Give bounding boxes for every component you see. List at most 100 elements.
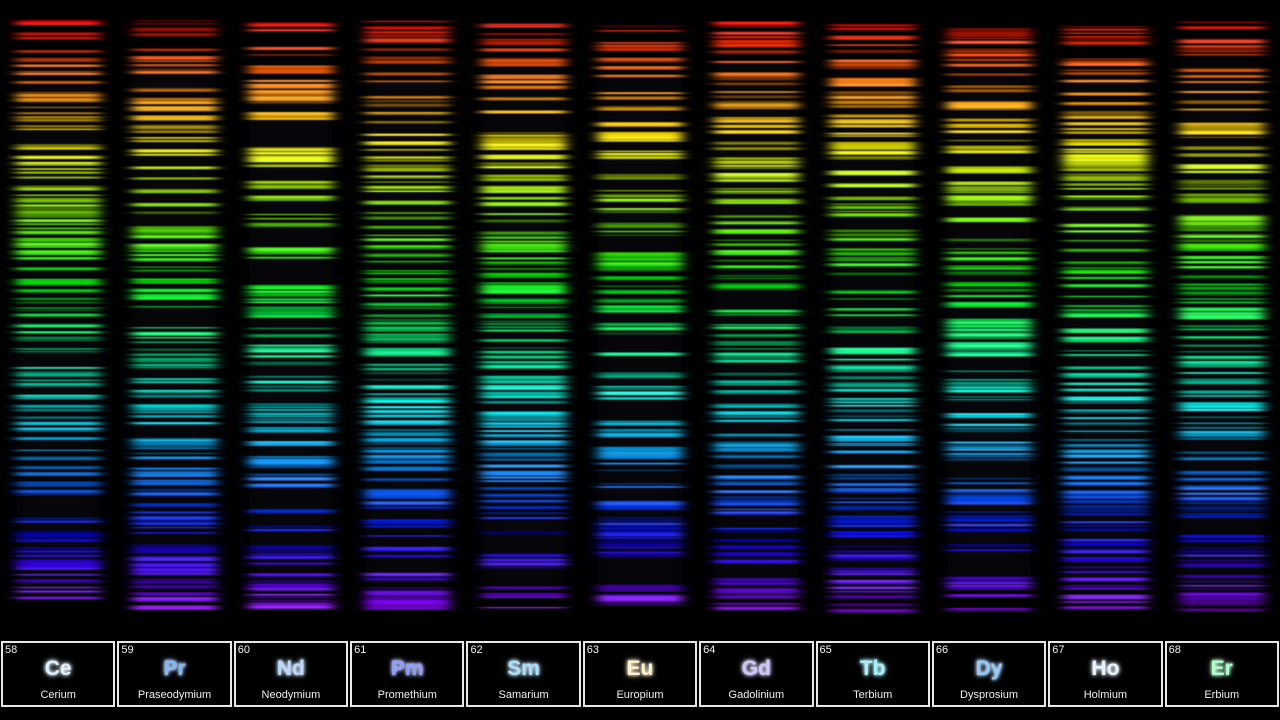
spectral-line	[830, 376, 915, 378]
spectral-line	[481, 445, 566, 447]
spectral-line	[598, 556, 682, 558]
spectral-line	[598, 599, 682, 603]
spectral-line	[365, 164, 450, 168]
spectral-line	[714, 324, 799, 326]
spectral-line	[1063, 69, 1148, 71]
element-symbol: Sm	[507, 657, 540, 680]
spectral-line	[249, 287, 333, 289]
spectral-line	[481, 387, 566, 390]
element-name: Erbium	[1204, 689, 1240, 701]
spectral-line	[16, 72, 101, 75]
spectral-line	[1063, 557, 1148, 559]
spectral-line	[598, 469, 682, 471]
spectral-line	[1063, 584, 1148, 587]
spectral-line	[1063, 26, 1148, 28]
spectral-line	[1179, 585, 1264, 587]
spectral-line	[365, 186, 450, 190]
spectral-line	[598, 290, 682, 294]
spectral-line	[16, 80, 101, 84]
spectral-line	[249, 112, 333, 116]
spectral-line	[714, 380, 799, 384]
spectral-line	[1179, 39, 1264, 43]
spectral-line	[16, 119, 101, 122]
spectral-line	[830, 24, 915, 27]
spectral-line	[481, 562, 566, 566]
spectral-line	[714, 215, 799, 218]
spectral-line	[714, 592, 799, 594]
spectral-line	[365, 372, 450, 374]
spectral-line	[947, 455, 1031, 458]
spectral-line	[132, 149, 217, 153]
spectral-line	[714, 419, 799, 422]
spectral-line	[598, 230, 682, 233]
spectral-line	[947, 268, 1031, 270]
spectral-line	[481, 391, 566, 395]
spectral-line	[1063, 468, 1148, 472]
spectral-line	[1179, 53, 1264, 56]
spectral-line	[365, 592, 450, 596]
spectral-line	[1063, 382, 1148, 386]
spectral-line	[714, 179, 799, 182]
spectral-line	[1063, 528, 1148, 532]
spectral-line	[830, 114, 915, 118]
spectral-line	[598, 327, 682, 331]
spectral-line	[16, 257, 101, 260]
spectral-line	[249, 573, 333, 577]
spectral-line	[830, 183, 915, 185]
spectral-line	[714, 390, 799, 395]
spectral-line	[16, 50, 101, 52]
spectral-line	[598, 517, 682, 519]
spectral-line	[1063, 173, 1148, 176]
atomic-number: 59	[121, 644, 134, 656]
spectral-line	[16, 394, 101, 397]
spectral-line	[1063, 305, 1148, 307]
spectral-line	[481, 189, 566, 194]
spectral-line	[365, 519, 450, 521]
spectral-line	[1179, 123, 1264, 126]
spectral-line	[16, 281, 101, 283]
spectral-line	[365, 100, 450, 103]
spectral-line	[365, 550, 450, 552]
spectral-line	[365, 450, 450, 453]
spectral-line	[481, 59, 566, 63]
spectral-line	[249, 29, 333, 32]
spectral-line	[830, 587, 915, 590]
spectral-line	[249, 214, 333, 216]
atomic-number: 63	[586, 644, 600, 656]
spectral-line	[947, 118, 1031, 122]
spectral-line	[132, 471, 217, 474]
spectral-line	[830, 435, 915, 439]
spectral-line	[132, 281, 217, 284]
spectral-line	[365, 272, 450, 275]
spectral-line	[365, 420, 450, 423]
spectral-line	[947, 396, 1031, 398]
spectral-line	[132, 585, 217, 588]
spectral-line	[16, 64, 101, 67]
spectral-line	[830, 62, 915, 67]
spectral-line	[365, 399, 450, 404]
spectral-line	[481, 458, 566, 461]
spectral-line	[1179, 225, 1264, 229]
spectral-line	[16, 93, 101, 98]
spectral-line	[947, 170, 1031, 174]
spectral-line	[830, 409, 915, 413]
spectral-line	[598, 45, 682, 49]
spectral-line	[481, 196, 566, 200]
spectral-line	[598, 375, 682, 379]
spectral-line	[132, 571, 217, 575]
spectral-line	[1063, 430, 1148, 432]
spectral-line	[249, 349, 333, 352]
spectral-line	[1063, 313, 1148, 316]
spectral-line	[830, 272, 915, 275]
spectral-line	[598, 174, 682, 177]
spectral-line	[365, 177, 450, 179]
element-symbol: Dy	[975, 657, 1003, 680]
spectral-line	[365, 393, 450, 395]
spectral-line	[481, 147, 566, 151]
spectral-line	[1063, 206, 1148, 209]
spectral-line	[132, 422, 217, 425]
spectral-line	[947, 89, 1031, 93]
spectral-line	[947, 458, 1031, 461]
spectral-line	[365, 433, 450, 437]
spectral-line	[830, 37, 915, 40]
